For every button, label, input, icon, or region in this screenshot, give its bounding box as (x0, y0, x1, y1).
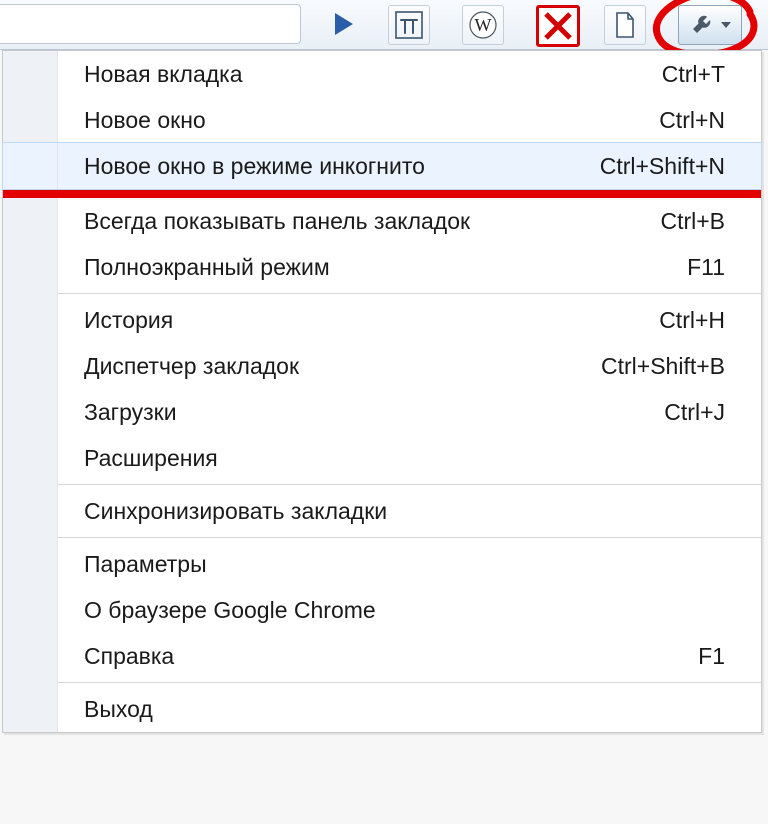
menu-item[interactable]: Новое окноCtrl+N (3, 97, 761, 143)
menu-item-shortcut: F11 (687, 254, 761, 281)
menu-item[interactable]: ЗагрузкиCtrl+J (3, 389, 761, 435)
menu-separator (3, 481, 761, 488)
new-file-icon (613, 11, 637, 39)
play-button[interactable] (324, 5, 364, 43)
pi-icon (395, 11, 423, 39)
chevron-down-icon (721, 22, 731, 28)
menu-item-shortcut: Ctrl+Shift+N (600, 153, 761, 180)
menu-icon-gutter (3, 198, 58, 244)
math-pi-button[interactable] (388, 5, 430, 45)
menu-icon-gutter (3, 143, 58, 189)
menu-item-shortcut: Ctrl+J (664, 399, 761, 426)
browser-toolbar: W (0, 0, 768, 50)
menu-item-shortcut: Ctrl+H (659, 307, 761, 334)
menu-icon-gutter (3, 633, 58, 679)
menu-icon-gutter (3, 587, 58, 633)
menu-item[interactable]: Параметры (3, 541, 761, 587)
wrench-menu-button[interactable] (678, 5, 742, 45)
menu-item[interactable]: Выход (3, 686, 761, 732)
menu-item-shortcut: Ctrl+B (660, 208, 761, 235)
menu-item[interactable]: Полноэкранный режимF11 (3, 244, 761, 290)
menu-icon-gutter (3, 51, 58, 97)
menu-item[interactable]: Синхронизировать закладки (3, 488, 761, 534)
menu-icon-gutter (3, 297, 58, 343)
blocked-icon (543, 11, 573, 41)
menu-item-label: Синхронизировать закладки (58, 498, 725, 525)
wrench-dropdown-menu: Новая вкладкаCtrl+TНовое окноCtrl+NНовое… (2, 50, 762, 733)
menu-item-label: Загрузки (58, 399, 664, 426)
menu-item[interactable]: Новое окно в режиме инкогнитоCtrl+Shift+… (3, 143, 761, 189)
menu-item[interactable]: ИсторияCtrl+H (3, 297, 761, 343)
menu-icon-gutter (3, 541, 58, 587)
menu-separator (3, 679, 761, 686)
wikipedia-icon: W (468, 10, 498, 40)
menu-item[interactable]: О браузере Google Chrome (3, 587, 761, 633)
menu-item-shortcut: F1 (698, 643, 761, 670)
blocked-button[interactable] (536, 5, 580, 47)
menu-item[interactable]: Диспетчер закладокCtrl+Shift+B (3, 343, 761, 389)
menu-separator (3, 290, 761, 297)
wikipedia-button[interactable]: W (462, 5, 504, 45)
menu-item-label: Новая вкладка (58, 61, 662, 88)
menu-item[interactable]: СправкаF1 (3, 633, 761, 679)
svg-text:W: W (475, 15, 492, 35)
menu-icon-gutter (3, 389, 58, 435)
menu-item-label: Новое окно в режиме инкогнито (58, 153, 600, 180)
menu-item-label: Параметры (58, 551, 725, 578)
annotation-underline (3, 189, 761, 198)
menu-item-label: История (58, 307, 659, 334)
menu-item-shortcut: Ctrl+N (659, 107, 761, 134)
menu-item-label: Выход (58, 696, 725, 723)
menu-item-label: Диспетчер закладок (58, 353, 601, 380)
menu-item-shortcut: Ctrl+T (662, 61, 761, 88)
menu-icon-gutter (3, 488, 58, 534)
menu-icon-gutter (3, 343, 58, 389)
menu-icon-gutter (3, 686, 58, 732)
menu-item-label: О браузере Google Chrome (58, 597, 725, 624)
menu-item[interactable]: Всегда показывать панель закладокCtrl+B (3, 198, 761, 244)
play-icon (335, 13, 353, 35)
menu-separator (3, 534, 761, 541)
menu-icon-gutter (3, 435, 58, 481)
menu-item-shortcut: Ctrl+Shift+B (601, 353, 761, 380)
menu-item-label: Полноэкранный режим (58, 254, 687, 281)
menu-item[interactable]: Новая вкладкаCtrl+T (3, 51, 761, 97)
menu-item-label: Справка (58, 643, 698, 670)
menu-item[interactable]: Расширения (3, 435, 761, 481)
menu-item-label: Новое окно (58, 107, 659, 134)
menu-item-label: Расширения (58, 445, 725, 472)
new-file-button[interactable] (604, 5, 646, 45)
wrench-icon (689, 12, 715, 38)
menu-icon-gutter (3, 244, 58, 290)
address-bar[interactable] (0, 4, 301, 44)
menu-icon-gutter (3, 97, 58, 143)
menu-item-label: Всегда показывать панель закладок (58, 208, 660, 235)
